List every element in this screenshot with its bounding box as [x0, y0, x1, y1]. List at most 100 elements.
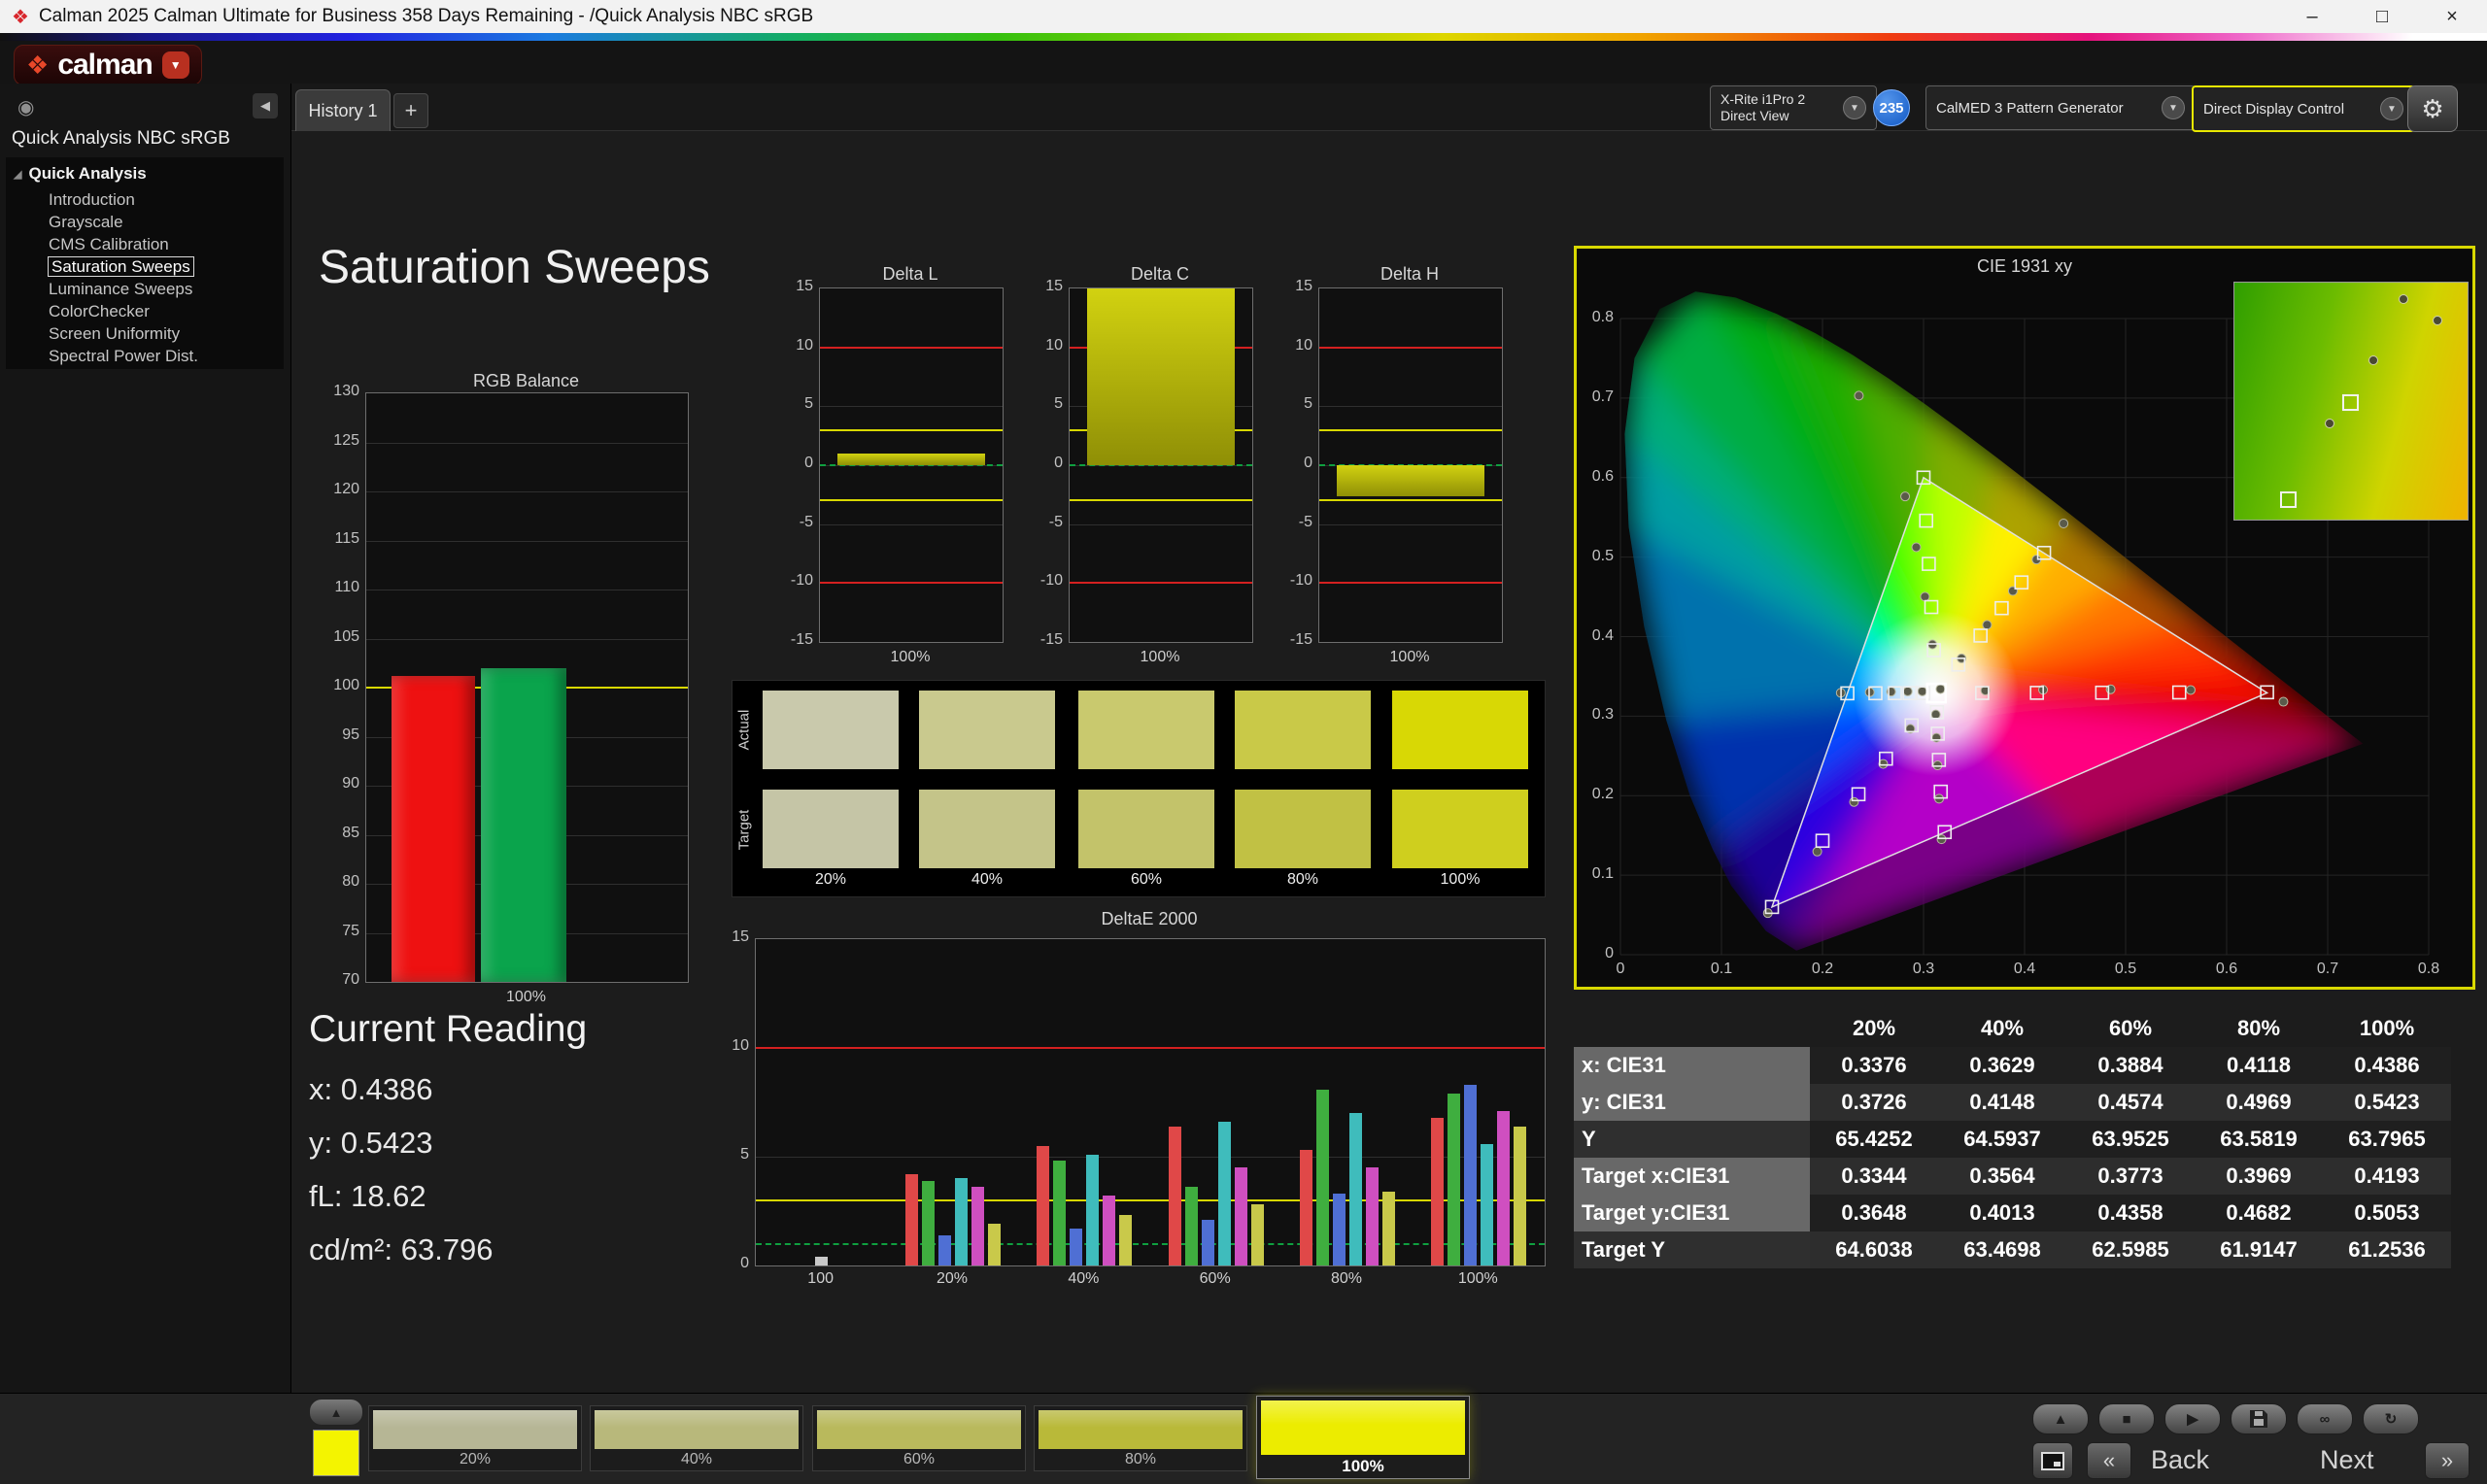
pattern-button-60%[interactable]: 60% [812, 1405, 1026, 1471]
y-tick-label: 5 [718, 1146, 751, 1164]
minimize-button[interactable]: – [2277, 0, 2347, 33]
table-cell: 64.5937 [1938, 1121, 2066, 1158]
next-button[interactable]: Next [2320, 1442, 2374, 1477]
chart-title: Delta L [819, 264, 1002, 285]
play-button[interactable]: ▶ [2164, 1403, 2221, 1434]
sidebar-item-label: Screen Uniformity [49, 324, 180, 343]
deltae-bar [1185, 1187, 1198, 1265]
measured-point [1901, 492, 1910, 501]
pattern-window-button[interactable] [2032, 1442, 2073, 1479]
current-reading-values: x: 0.4386y: 0.5423fL: 18.62cd/m²: 63.796 [309, 1062, 587, 1276]
stop-icon: ■ [2122, 1411, 2130, 1428]
meter-status-badge: 235 [1873, 89, 1910, 126]
deltae-bar [1103, 1196, 1115, 1265]
sidebar-item-screen-uniformity[interactable]: Screen Uniformity [6, 322, 284, 345]
pattern-button-100%[interactable]: 100% [1256, 1396, 1470, 1479]
y-axis: 130125120115110105100959085807570 [330, 392, 361, 981]
current-reading: Current Reading x: 0.4386y: 0.5423fL: 18… [309, 1008, 587, 1276]
maximize-button[interactable]: □ [2347, 0, 2417, 33]
row-label: y: CIE31 [1574, 1084, 1810, 1121]
pattern-button-20%[interactable]: 20% [368, 1405, 582, 1471]
pattern-swatch [1039, 1410, 1243, 1449]
pattern-generator-dropdown[interactable]: CalMED 3 Pattern Generator ▼ [1925, 85, 2196, 130]
pattern-button-80%[interactable]: 80% [1034, 1405, 1247, 1471]
chevron-down-icon[interactable]: ▼ [1843, 96, 1866, 119]
pattern-button-40%[interactable]: 40% [590, 1405, 803, 1471]
y-tick-label: 15 [1032, 278, 1065, 295]
continuous-measure-button[interactable]: ∞ [2297, 1403, 2353, 1434]
rgb-bar-red [392, 676, 475, 982]
pattern-up-button[interactable]: ▲ [2032, 1403, 2089, 1434]
plot-area [365, 392, 689, 983]
sidebar-item-luminance-sweeps[interactable]: Luminance Sweeps [6, 278, 284, 300]
sidebar-item-label: ColorChecker [49, 302, 150, 320]
settings-button[interactable]: ⚙ [2407, 85, 2458, 132]
deltae-bar [1053, 1161, 1066, 1265]
sidebar-item-spectral-power-dist-[interactable]: Spectral Power Dist. [6, 345, 284, 367]
measured-point [2060, 519, 2068, 527]
y-axis: 151050-5-10-15 [1283, 287, 1314, 641]
deltae-bar [1366, 1167, 1379, 1265]
actual-row-label: Actual [736, 691, 753, 769]
current-reading-line: x: 0.4386 [309, 1062, 587, 1116]
sidebar-item-introduction[interactable]: Introduction [6, 188, 284, 211]
display-control-label: Direct Display Control [2203, 101, 2344, 118]
table-row: Target x:CIE310.33440.35640.37730.39690.… [1574, 1158, 2451, 1195]
sidebar-item-saturation-sweeps[interactable]: Saturation Sweeps [6, 255, 284, 278]
current-reading-line: y: 0.5423 [309, 1116, 587, 1169]
target-swatch [1078, 790, 1214, 868]
close-button[interactable]: × [2417, 0, 2487, 33]
target-swatch [1235, 790, 1371, 868]
stop-button[interactable]: ■ [2098, 1403, 2155, 1434]
meter-dropdown[interactable]: X-Rite i1Pro 2 Direct View ▼ [1710, 85, 1877, 130]
column-header: 80% [2195, 1010, 2323, 1047]
deltae-bar [1382, 1192, 1395, 1265]
save-button[interactable] [2231, 1403, 2287, 1434]
sidebar-item-grayscale[interactable]: Grayscale [6, 211, 284, 233]
next-chevron-button[interactable]: » [2425, 1442, 2470, 1479]
tree-expander-icon[interactable]: ◢ [14, 168, 21, 181]
table-row: Y65.425264.593763.952563.581963.7965 [1574, 1121, 2451, 1158]
back-button[interactable]: Back [2151, 1442, 2209, 1477]
y-tick-label: 0.2 [1577, 786, 1616, 803]
delta-bar [1087, 288, 1235, 465]
deltae-bar [1235, 1167, 1247, 1265]
current-reading-title: Current Reading [309, 1008, 587, 1051]
table-cell: 0.4013 [1938, 1195, 2066, 1231]
tab-history-1[interactable]: History 1 [295, 89, 391, 131]
y-tick-label: -10 [1281, 572, 1314, 590]
table-cell: 0.4148 [1938, 1084, 2066, 1121]
add-tab-button[interactable]: + [393, 93, 428, 128]
chevron-down-icon[interactable]: ▼ [2380, 97, 2403, 120]
x-tick-label: 100% [1439, 1270, 1516, 1288]
y-tick-label: 0.3 [1577, 706, 1616, 724]
tree-root-quick-analysis[interactable]: ◢ Quick Analysis [6, 157, 284, 188]
y-tick-label: 0 [782, 455, 815, 472]
chart-title: Delta H [1318, 264, 1501, 285]
table-row: Target Y64.603863.469862.598561.914761.2… [1574, 1231, 2451, 1268]
actual-swatch [919, 691, 1055, 769]
refresh-button[interactable]: ↻ [2363, 1403, 2419, 1434]
limit-line-red [1319, 582, 1502, 584]
table-row: x: CIE310.33760.36290.38840.41180.4386 [1574, 1047, 2451, 1084]
sidebar-item-colorchecker[interactable]: ColorChecker [6, 300, 284, 322]
calman-logo-text: calman [57, 49, 152, 82]
tree-items: IntroductionGrayscaleCMS CalibrationSatu… [6, 188, 284, 367]
table-cell: 63.9525 [2066, 1121, 2195, 1158]
logo-dropdown-icon[interactable]: ▼ [162, 51, 189, 79]
record-icon[interactable]: ◉ [17, 95, 34, 119]
sidebar-collapse-button[interactable]: ◀ [253, 93, 278, 118]
meter-line2: Direct View [1720, 108, 1805, 124]
chevron-down-icon[interactable]: ▼ [2162, 96, 2185, 119]
deltae-bar [1119, 1215, 1132, 1265]
calman-logo-menu[interactable]: ❖ calman ▼ [14, 45, 202, 85]
gridline [366, 443, 688, 444]
pattern-label: 100% [1257, 1457, 1469, 1476]
gridline [756, 1157, 1545, 1158]
display-control-dropdown[interactable]: Direct Display Control ▼ [2192, 85, 2415, 132]
gridline [366, 639, 688, 640]
y-tick-label: 15 [1281, 278, 1314, 295]
calman-app-window: ❖ Calman 2025 Calman Ultimate for Busine… [0, 0, 2487, 1484]
sidebar-item-cms-calibration[interactable]: CMS Calibration [6, 233, 284, 255]
back-chevron-button[interactable]: « [2087, 1442, 2131, 1479]
